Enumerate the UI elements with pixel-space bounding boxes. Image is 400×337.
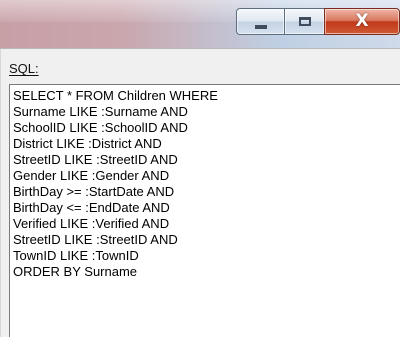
sql-dialog-window: X SQL: SELECT * FROM Children WHERE Surn… (0, 0, 400, 337)
sql-line: Gender LIKE :Gender AND (13, 168, 170, 183)
close-icon: X (355, 11, 369, 31)
sql-line: BirthDay <= :EndDate AND (13, 200, 170, 215)
dialog-content: SQL: SELECT * FROM Children WHERE Surnam… (0, 49, 400, 337)
sql-line: SELECT * FROM Children WHERE (13, 88, 218, 103)
maximize-button[interactable] (284, 8, 324, 35)
sql-line: StreetID LIKE :StreetID AND (13, 232, 178, 247)
sql-line: District LIKE :District AND (13, 136, 162, 151)
maximize-icon (298, 17, 311, 26)
sql-line: StreetID LIKE :StreetID AND (13, 152, 178, 167)
sql-line: TownID LIKE :TownID (13, 248, 139, 263)
sql-line: Surname LIKE :Surname AND (13, 104, 188, 119)
window-titlebar[interactable]: X (0, 0, 400, 49)
sql-text-area[interactable]: SELECT * FROM Children WHERE Surname LIK… (9, 84, 400, 337)
minimize-icon (254, 24, 267, 29)
sql-line: Verified LIKE :Verified AND (13, 216, 170, 231)
sql-label: SQL: (9, 61, 39, 76)
sql-line: BirthDay >= :StartDate AND (13, 184, 175, 199)
sql-line: ORDER BY Surname (13, 264, 138, 279)
minimize-button[interactable] (236, 8, 284, 35)
sql-line: SchoolID LIKE :SchoolID AND (13, 120, 188, 135)
close-button[interactable]: X (324, 8, 400, 35)
